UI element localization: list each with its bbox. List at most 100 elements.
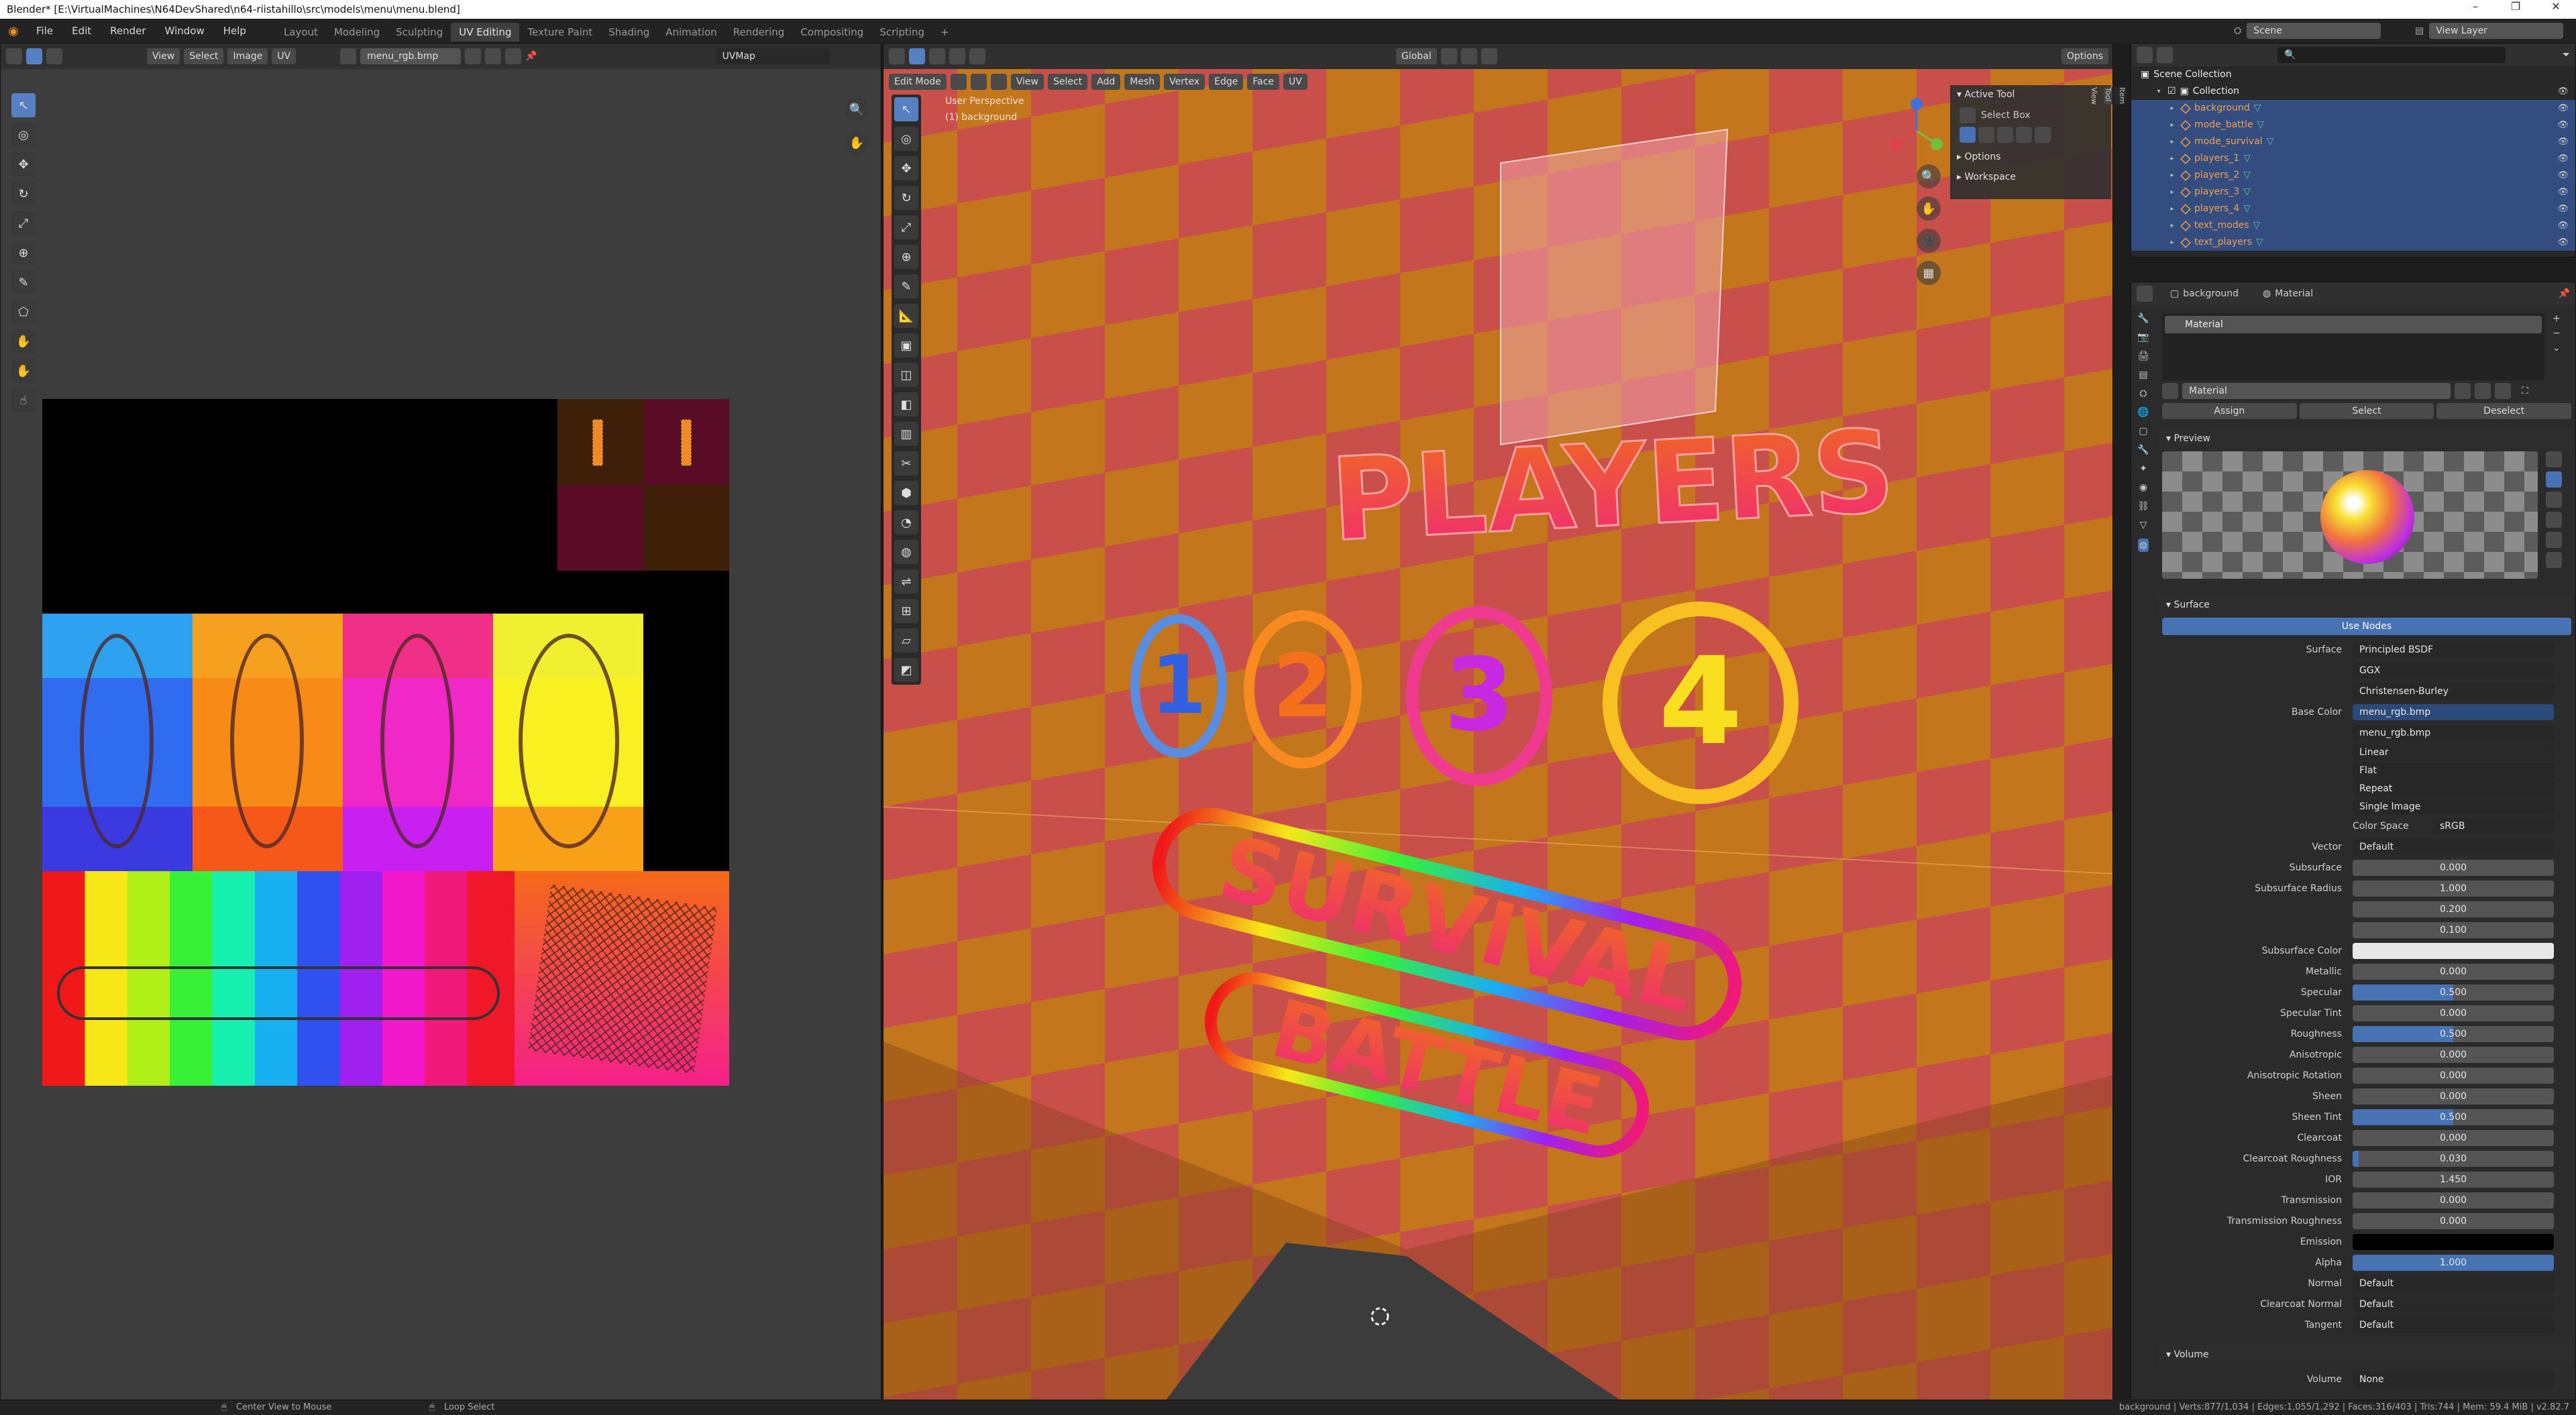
- extension-dropdown[interactable]: Repeat: [2353, 780, 2554, 797]
- cursor-tool-icon[interactable]: ◎: [894, 127, 918, 151]
- grab-tool-icon[interactable]: ✋: [11, 329, 36, 353]
- camera-icon[interactable]: 🎥: [1917, 229, 1941, 253]
- measure-tool-icon[interactable]: 📐: [894, 304, 918, 328]
- tab-tool[interactable]: Tool: [2104, 87, 2112, 105]
- menu-window[interactable]: Window: [156, 19, 214, 43]
- tab-shading[interactable]: Shading: [600, 23, 657, 42]
- transform-tool-icon[interactable]: ⊕: [894, 245, 918, 269]
- bsdf-value-field[interactable]: 0.000: [2353, 859, 2554, 876]
- preview-cube-icon[interactable]: [2546, 492, 2562, 508]
- maximize-button[interactable]: ❐: [2496, 0, 2536, 19]
- expand-icon[interactable]: ▸: [2167, 117, 2177, 133]
- rip-tool-icon[interactable]: ⬠: [11, 300, 36, 324]
- tab-sculpting[interactable]: Sculpting: [388, 23, 451, 42]
- tab-animation[interactable]: Animation: [657, 23, 724, 42]
- bsdf-value-field[interactable]: 0.000: [2353, 1212, 2554, 1229]
- uv-texture-image[interactable]: [42, 399, 729, 1086]
- preview-panel-header[interactable]: ▾ Preview: [2158, 429, 2574, 449]
- eye-icon[interactable]: 👁: [2557, 83, 2569, 100]
- annotate-tool-icon[interactable]: ✎: [894, 274, 918, 298]
- uv-menu-uv[interactable]: UV: [272, 48, 297, 64]
- blender-logo-icon[interactable]: ◉: [0, 24, 27, 38]
- mode-extend-icon[interactable]: [1978, 127, 1994, 143]
- rotate-tool-icon[interactable]: ↻: [11, 182, 36, 206]
- edge-select-icon[interactable]: [949, 48, 965, 64]
- vp-menu-select[interactable]: Select: [1047, 74, 1088, 90]
- deselect-button[interactable]: Deselect: [2436, 403, 2572, 419]
- bsdf-value-field[interactable]: 0.000: [2353, 1067, 2554, 1084]
- image-name-field[interactable]: menu_rgb.bmp: [360, 48, 462, 64]
- tab-compositing[interactable]: Compositing: [792, 23, 871, 42]
- extrude-tool-icon[interactable]: ▣: [894, 333, 918, 357]
- tab-uv-editing[interactable]: UV Editing: [451, 23, 520, 42]
- mode-subtract-icon[interactable]: [1997, 127, 2013, 143]
- tool-tab-icon[interactable]: 🔧: [2137, 313, 2149, 324]
- menu-file[interactable]: File: [27, 19, 62, 43]
- rip-region-tool-icon[interactable]: ◩: [894, 658, 918, 682]
- eye-icon[interactable]: 👁: [2557, 117, 2569, 133]
- subsurface-method-dropdown[interactable]: Christensen-Burley: [2353, 683, 2554, 699]
- eye-icon[interactable]: 👁: [2557, 100, 2569, 117]
- use-nodes-button[interactable]: Use Nodes: [2162, 618, 2571, 635]
- bsdf-value-field[interactable]: 0.000: [2353, 1192, 2554, 1208]
- scene-field[interactable]: Scene: [2247, 23, 2381, 39]
- bevel-tool-icon[interactable]: ◧: [894, 392, 918, 416]
- eye-icon[interactable]: 👁: [2557, 201, 2569, 217]
- tangent-dropdown[interactable]: Default: [2353, 1316, 2554, 1333]
- add-slot-icon[interactable]: +: [2553, 313, 2561, 324]
- vp-menu-uv[interactable]: UV: [1283, 74, 1307, 90]
- new-image-icon[interactable]: [465, 48, 482, 64]
- outliner-item[interactable]: ▸ players_2 ▽ 👁: [2131, 167, 2575, 184]
- eye-icon[interactable]: 👁: [2557, 133, 2569, 150]
- bsdf-value-field[interactable]: 0.500: [2353, 1109, 2554, 1125]
- snap-icon[interactable]: [1460, 48, 1477, 64]
- mode-invert-icon[interactable]: [2016, 127, 2032, 143]
- bsdf-value-field[interactable]: 0.500: [2353, 984, 2554, 1001]
- select-button[interactable]: Select: [2299, 403, 2434, 419]
- browse-material-icon[interactable]: [2162, 383, 2178, 399]
- vp-menu-view[interactable]: View: [1010, 74, 1044, 90]
- outliner-item[interactable]: ▸ background ▽ 👁: [2131, 100, 2575, 117]
- image-browse-icon[interactable]: [340, 48, 357, 64]
- minimize-button[interactable]: –: [2455, 0, 2496, 19]
- bsdf-value-field[interactable]: [2353, 942, 2554, 959]
- select-tool-mode-icon[interactable]: [909, 48, 925, 64]
- filter-icon[interactable]: ⏷: [2563, 50, 2570, 60]
- pan-icon[interactable]: ✋: [1917, 196, 1941, 221]
- scene-tab-icon[interactable]: ⛭: [2139, 388, 2147, 399]
- sync-selection-icon[interactable]: [46, 48, 62, 64]
- smooth-tool-icon[interactable]: ◍: [894, 540, 918, 564]
- relax-tool-icon[interactable]: ✋: [11, 359, 36, 383]
- options-panel-header[interactable]: ▸ Options: [1950, 147, 2111, 167]
- edge-mode-icon[interactable]: [970, 74, 987, 90]
- bsdf-value-field[interactable]: 0.000: [2353, 1088, 2554, 1105]
- scale-tool-icon[interactable]: ⤢: [894, 215, 918, 239]
- material-slot-row[interactable]: Material: [2165, 316, 2542, 333]
- uv-menu-image[interactable]: Image: [227, 48, 268, 64]
- breadcrumb-material[interactable]: Material: [2275, 288, 2313, 299]
- outliner-item[interactable]: ▸ mode_battle ▽ 👁: [2131, 117, 2575, 133]
- pivot-icon[interactable]: [1440, 48, 1457, 64]
- eye-icon[interactable]: 👁: [2557, 217, 2569, 234]
- eye-icon[interactable]: 👁: [2557, 184, 2569, 201]
- inset-tool-icon[interactable]: ◫: [894, 363, 918, 387]
- constraints-tab-icon[interactable]: ⛓: [2137, 501, 2149, 512]
- outliner-item[interactable]: ▸ players_4 ▽ 👁: [2131, 201, 2575, 217]
- bsdf-value-field[interactable]: [2353, 1233, 2554, 1250]
- remove-slot-icon[interactable]: −: [2553, 328, 2561, 339]
- workspace-panel-header[interactable]: ▸ Workspace: [1950, 167, 2111, 187]
- eye-icon[interactable]: 👁: [2557, 234, 2569, 251]
- bsdf-value-field[interactable]: 1.000: [2353, 1254, 2554, 1271]
- pin-icon[interactable]: 📌: [525, 51, 537, 62]
- vp-menu-mesh[interactable]: Mesh: [1124, 74, 1161, 90]
- tab-rendering[interactable]: Rendering: [725, 23, 793, 42]
- bsdf-value-field[interactable]: 0.000: [2353, 1046, 2554, 1063]
- material-tab-icon[interactable]: ◍: [2137, 539, 2149, 552]
- select-tool-icon[interactable]: ↖: [11, 93, 36, 117]
- image-field[interactable]: menu_rgb.bmp: [2353, 724, 2554, 741]
- eye-icon[interactable]: 👁: [2557, 150, 2569, 167]
- vp-menu-face[interactable]: Face: [1247, 74, 1280, 90]
- checkbox-icon[interactable]: ☑: [2167, 83, 2176, 100]
- vp-menu-vertex[interactable]: Vertex: [1164, 74, 1205, 90]
- base-color-link[interactable]: menu_rgb.bmp: [2353, 703, 2554, 720]
